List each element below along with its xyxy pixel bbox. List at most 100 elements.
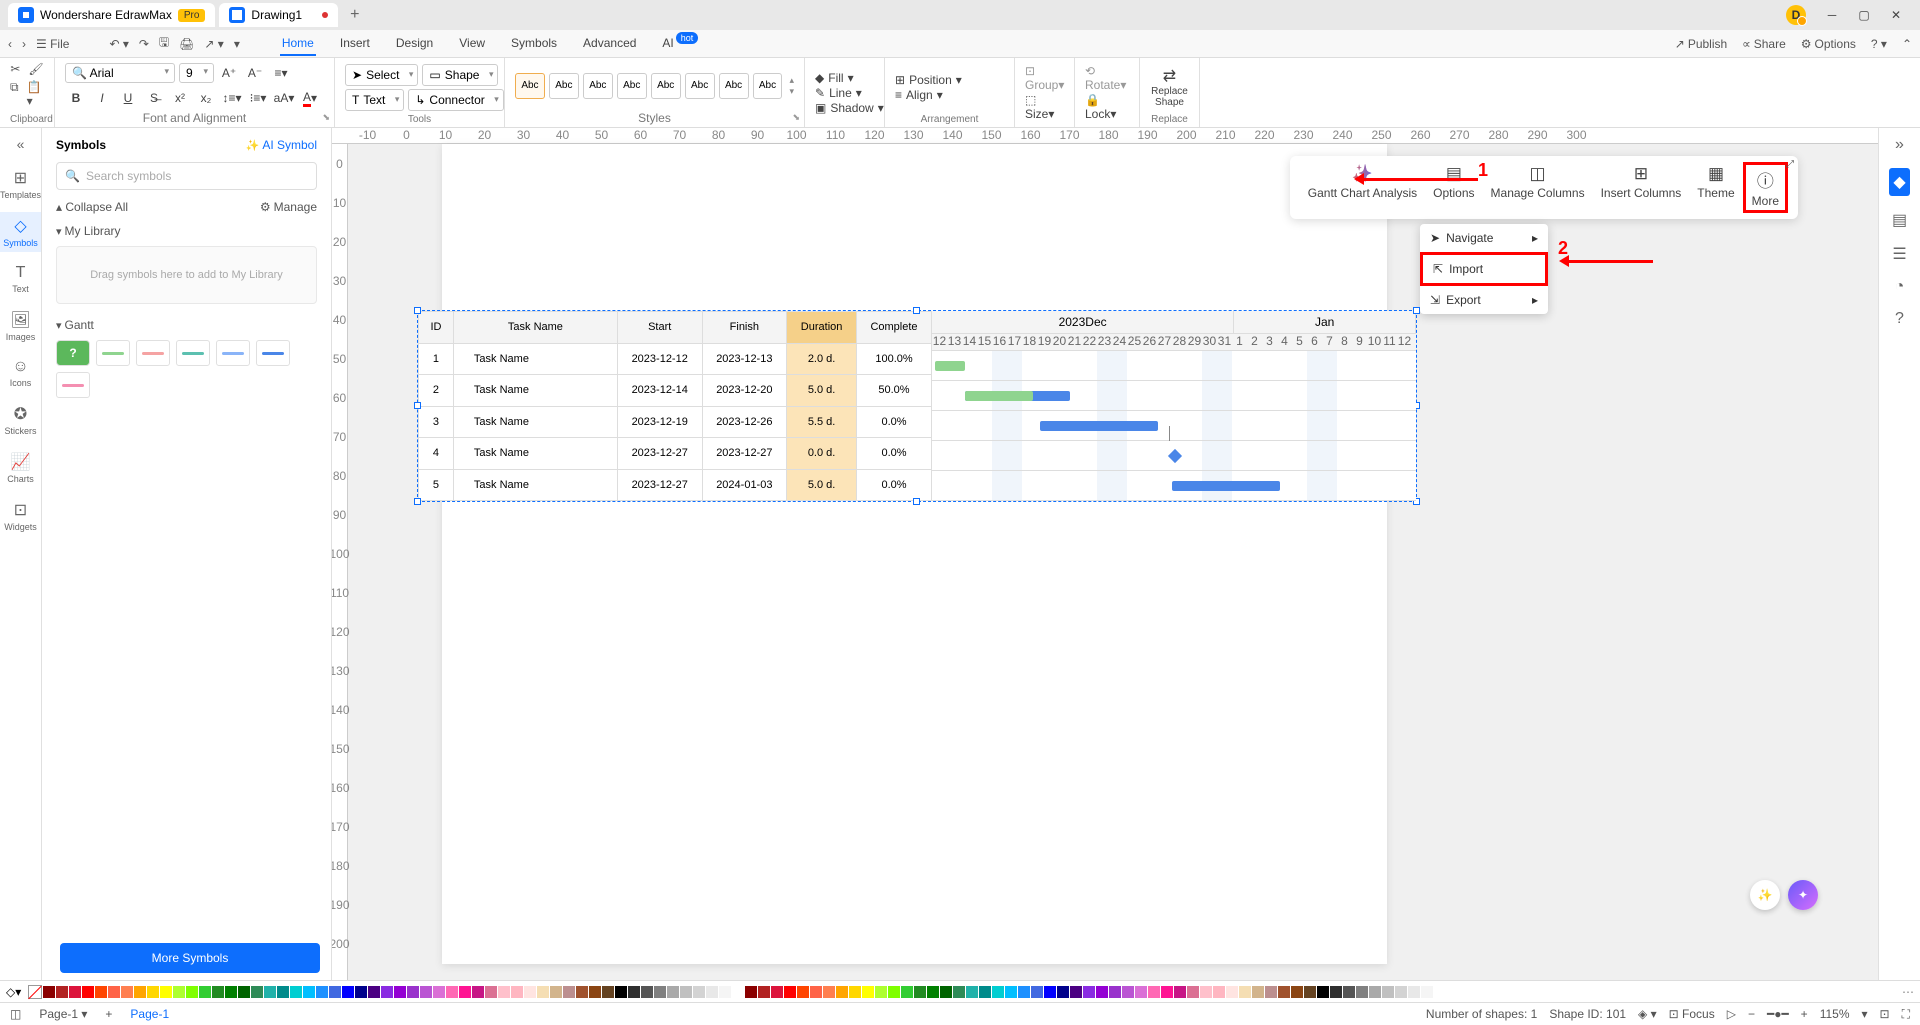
fab-ai[interactable]: ✦: [1788, 880, 1818, 910]
sidebar-icons[interactable]: ☺Icons: [0, 354, 41, 392]
rb-help[interactable]: ?: [1895, 310, 1904, 328]
insert-columns-button[interactable]: ⊞Insert Columns: [1593, 162, 1690, 213]
sidebar-templates[interactable]: ⊞Templates: [0, 164, 41, 204]
color-swatch[interactable]: [303, 986, 315, 998]
dd-import[interactable]: ⇱ Import: [1420, 252, 1548, 286]
color-swatch[interactable]: [459, 986, 471, 998]
color-swatch[interactable]: [238, 986, 250, 998]
color-swatch[interactable]: [394, 986, 406, 998]
gantt-shape-1[interactable]: [96, 340, 130, 366]
print-button[interactable]: 🖨: [179, 37, 194, 51]
help-button[interactable]: ? ▾: [1871, 37, 1887, 51]
color-swatch[interactable]: [1317, 986, 1329, 998]
color-swatch[interactable]: [1226, 986, 1238, 998]
zoom-level[interactable]: 115%: [1820, 1007, 1850, 1021]
color-swatch[interactable]: [1122, 986, 1134, 998]
color-swatch[interactable]: [147, 986, 159, 998]
forward-button[interactable]: ›: [22, 37, 26, 51]
bold-button[interactable]: B: [65, 87, 87, 109]
gantt-shape-3[interactable]: [176, 340, 210, 366]
format-painter-icon[interactable]: 🖌: [28, 62, 43, 76]
color-swatch[interactable]: [537, 986, 549, 998]
color-swatch[interactable]: [940, 986, 952, 998]
collapse-right-icon[interactable]: »: [1895, 136, 1904, 154]
color-swatch[interactable]: [1148, 986, 1160, 998]
color-swatch[interactable]: [225, 986, 237, 998]
position-button[interactable]: ⊞ Position▾: [895, 73, 962, 87]
color-swatch[interactable]: [329, 986, 341, 998]
bullets-button[interactable]: ⁝≡▾: [247, 87, 269, 109]
color-swatch[interactable]: [1070, 986, 1082, 998]
color-swatch[interactable]: [667, 986, 679, 998]
color-swatch[interactable]: [550, 986, 562, 998]
focus-button[interactable]: ⊡ Focus: [1669, 1007, 1715, 1021]
color-swatch[interactable]: [1096, 986, 1108, 998]
rb-layers[interactable]: ☰: [1892, 244, 1906, 264]
color-swatch[interactable]: [173, 986, 185, 998]
tab-view[interactable]: View: [457, 32, 487, 56]
sidebar-widgets[interactable]: ⊡Widgets: [0, 496, 41, 536]
color-swatch[interactable]: [1343, 986, 1355, 998]
size-button[interactable]: ⬚ Size▾: [1025, 93, 1064, 121]
color-swatch[interactable]: [732, 986, 744, 998]
replace-shape-button[interactable]: ⇄ Replace Shape: [1150, 62, 1189, 112]
publish-button[interactable]: ↗ Publish: [1675, 37, 1727, 51]
style-5[interactable]: Abc: [651, 73, 681, 99]
font-color-button[interactable]: A▾: [299, 87, 321, 109]
manage-button[interactable]: ⚙ Manage: [260, 200, 317, 214]
italic-button[interactable]: I: [91, 87, 113, 109]
color-swatch[interactable]: [1395, 986, 1407, 998]
color-swatch[interactable]: [849, 986, 861, 998]
options-button[interactable]: ⚙ Options: [1801, 37, 1856, 51]
color-swatch[interactable]: [1213, 986, 1225, 998]
sidebar-stickers[interactable]: ✪Stickers: [0, 400, 41, 440]
lock-button[interactable]: 🔒 Lock▾: [1085, 93, 1129, 121]
layers-icon[interactable]: ◈ ▾: [1638, 1007, 1657, 1021]
color-swatch[interactable]: [251, 986, 263, 998]
more-colors-icon[interactable]: ⋯: [1902, 985, 1914, 999]
undo-button[interactable]: ↶ ▾: [109, 37, 128, 51]
color-swatch[interactable]: [277, 986, 289, 998]
back-button[interactable]: ‹: [8, 37, 12, 51]
color-swatch[interactable]: [654, 986, 666, 998]
table-row[interactable]: 4Task Name2023-12-272023-12-270.0 d.0.0%: [419, 438, 932, 470]
rotate-button[interactable]: ⟲ Rotate▾: [1085, 64, 1129, 92]
color-swatch[interactable]: [810, 986, 822, 998]
fill-tool-icon[interactable]: ◇▾: [6, 985, 21, 999]
tab-ai[interactable]: AIhot: [660, 32, 698, 56]
align-menu[interactable]: ≡▾: [270, 62, 292, 84]
gantt-analysis-button[interactable]: ✨Gantt Chart Analysis: [1300, 162, 1425, 213]
share-button[interactable]: ∝ Share: [1742, 37, 1786, 51]
color-swatch[interactable]: [979, 986, 991, 998]
underline-button[interactable]: U: [117, 87, 139, 109]
page[interactable]: [442, 144, 1387, 964]
color-swatch[interactable]: [1018, 986, 1030, 998]
color-swatch[interactable]: [836, 986, 848, 998]
color-swatch[interactable]: [875, 986, 887, 998]
font-size-select[interactable]: 9: [179, 63, 214, 83]
color-swatch[interactable]: [823, 986, 835, 998]
sidebar-charts[interactable]: 📈Charts: [0, 448, 41, 488]
gantt-shape-help[interactable]: ?: [56, 340, 90, 366]
color-swatch[interactable]: [186, 986, 198, 998]
color-swatch[interactable]: [1252, 986, 1264, 998]
color-swatch[interactable]: [706, 986, 718, 998]
color-swatch[interactable]: [1434, 986, 1446, 998]
present-button[interactable]: ▷: [1727, 1007, 1736, 1021]
style-7[interactable]: Abc: [719, 73, 749, 99]
color-swatch[interactable]: [368, 986, 380, 998]
color-swatch[interactable]: [589, 986, 601, 998]
color-swatch[interactable]: [953, 986, 965, 998]
cut-icon[interactable]: ✂: [10, 62, 20, 76]
color-bar[interactable]: ◇▾ ⋯: [0, 980, 1920, 1002]
color-swatch[interactable]: [784, 986, 796, 998]
color-swatch[interactable]: [95, 986, 107, 998]
zoom-dropdown[interactable]: ▾: [1862, 1007, 1868, 1021]
color-swatch[interactable]: [498, 986, 510, 998]
color-swatch[interactable]: [888, 986, 900, 998]
collapse-left-icon[interactable]: «: [17, 136, 25, 156]
gantt-timeline[interactable]: 2023Dec Jan 1213141516171819202122232425…: [932, 311, 1416, 501]
save-button[interactable]: 🖫: [159, 33, 169, 54]
export-button[interactable]: ↗ ▾: [204, 37, 223, 51]
page-tab-1[interactable]: Page-1: [122, 1005, 177, 1023]
